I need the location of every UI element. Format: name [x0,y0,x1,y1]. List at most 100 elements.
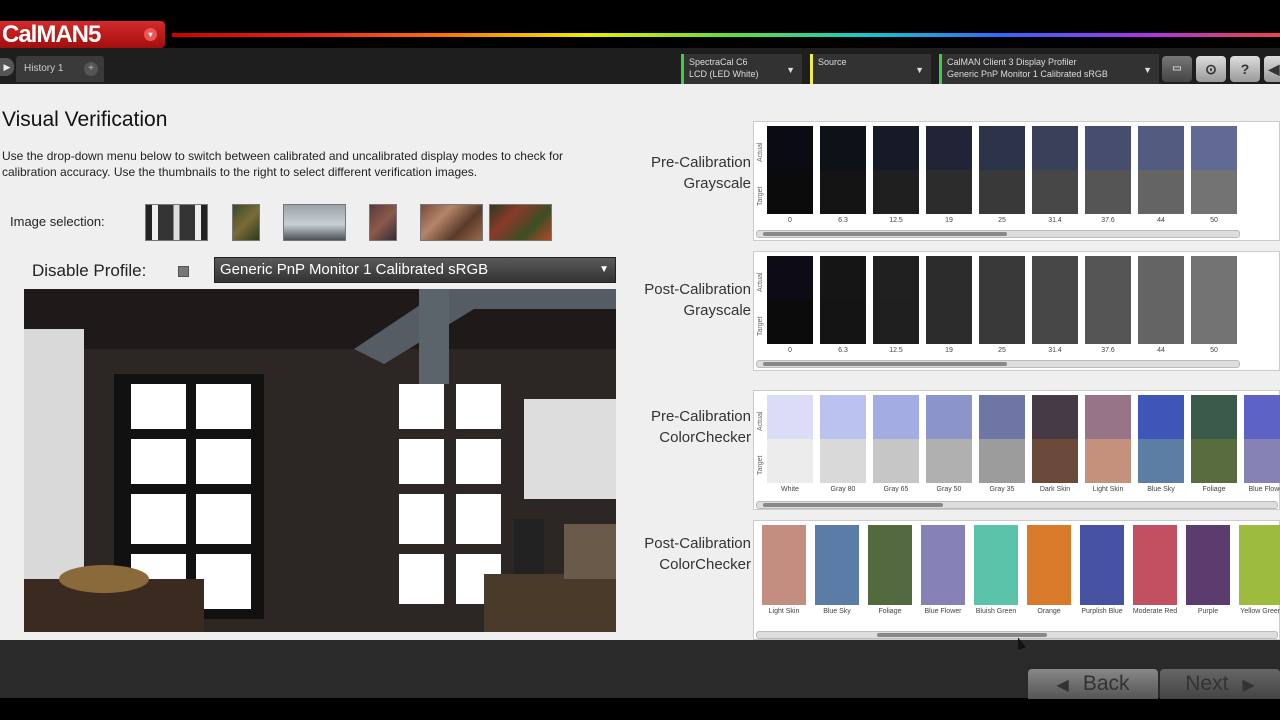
swatch-label: Yellow Green [1240,608,1280,615]
display-selector[interactable]: CalMAN Client 3 Display Profiler Generic… [939,54,1159,84]
swatch-1 [820,126,866,214]
target-patch [820,439,866,483]
target-patch [820,300,866,344]
next-button[interactable]: Next ▶ [1160,669,1280,699]
actual-patch [1085,126,1131,170]
target-patch [1138,170,1184,214]
source-name: Source [818,57,847,67]
swatch-7 [1138,256,1184,344]
target-patch [767,300,813,344]
thumbnail-flowers[interactable] [489,204,552,241]
target-label: Target [757,316,764,336]
meter-mode: LCD (LED White) [689,69,759,79]
target-patch [1191,439,1237,483]
swatch-label: 37.6 [1101,347,1115,354]
post-grayscale-panel: Actual Target 0 6.3 12.5 19 25 31.4 37.6 44 50 [753,251,1280,371]
swatch-7 [1138,126,1184,214]
swatch-3 [926,126,972,214]
actual-patch [873,256,919,300]
actual-patch [1032,256,1078,300]
swatch-4 [979,395,1025,483]
target-patch [1138,439,1184,483]
swatch-9 [1244,395,1280,483]
swatch-label: Light Skin [768,608,800,615]
target-patch [926,439,972,483]
actual-patch [767,395,813,439]
add-tab-icon[interactable]: + [84,62,98,76]
swatch-label: Gray 50 [936,486,962,493]
scrollbar-thumb[interactable] [763,362,1007,366]
thumbnail-portrait[interactable] [369,204,397,241]
post-patch [815,525,859,605]
scrollbar-thumb[interactable] [763,232,1007,236]
swatch-label: Light Skin [1092,486,1124,493]
target-patch [1032,300,1078,344]
swatch-label: Gray 35 [989,486,1015,493]
post-patch [1239,525,1280,605]
actual-label: Actual [757,142,764,162]
swatch-label: White [781,486,799,493]
calman-logo-menu[interactable]: CalMAN5 ▾ [0,21,165,48]
swatch-8 [1191,126,1237,214]
swatch-label: Blue Sky [1147,486,1175,493]
swatch-1 [820,256,866,344]
actual-patch [820,126,866,170]
main-content: Visual Verification Use the drop-down me… [0,84,1280,640]
tab-history-1[interactable]: History 1 + [16,56,104,82]
swatch-2 [873,395,919,483]
target-patch [767,170,813,214]
thumbnail-food[interactable] [420,204,483,241]
thumbnail-landscape[interactable] [283,204,346,241]
app-window: CalMAN5 ▾ ▶ History 1 + SpectraCal C6 LCD … [0,0,1280,720]
chevron-down-icon: ▼ [1143,65,1152,75]
post-grayscale-scrollbar[interactable] [756,360,1240,368]
swatch-label: 25 [998,217,1006,224]
chevron-down-icon: ▼ [786,65,795,75]
swatch-4 [979,126,1025,214]
actual-patch [1032,395,1078,439]
disable-profile-checkbox[interactable] [178,266,189,277]
actual-patch [767,256,813,300]
target-patch [1191,300,1237,344]
keyboard-icon[interactable]: ▭ [1162,56,1192,82]
swatch-label: 12.5 [889,347,903,354]
thumbnail-plant[interactable] [232,204,260,241]
thumbnail-room[interactable] [145,204,208,241]
source-selector[interactable]: Source ▼ [810,54,931,84]
help-icon[interactable]: ? [1230,56,1260,82]
swatch-5 [1032,126,1078,214]
swatch-0 [767,395,813,483]
swatch-label: 12.5 [889,217,903,224]
swatch-label: 50 [1210,347,1218,354]
target-patch [926,170,972,214]
target-patch [1191,170,1237,214]
play-icon[interactable]: ▶ [0,58,14,76]
actual-patch [979,395,1025,439]
target-patch [1138,300,1184,344]
settings-icon[interactable]: ⊙ [1196,56,1226,82]
back-nav-icon[interactable]: ◀ [1264,56,1280,82]
target-patch [979,170,1025,214]
swatch-2 [873,256,919,344]
swatch-label: 50 [1210,217,1218,224]
page-description: Use the drop-down menu below to switch b… [2,149,563,179]
scrollbar-thumb[interactable] [763,503,943,507]
pre-calibration-colorchecker-label: Pre-Calibration ColorChecker [650,408,751,446]
profile-dropdown[interactable]: Generic PnP Monitor 1 Calibrated sRGB ▼ [214,257,616,283]
back-button[interactable]: ◀ Back [1028,669,1158,699]
pre-grayscale-scrollbar[interactable] [756,230,1240,238]
pre-colorchecker-scrollbar[interactable] [756,501,1278,509]
post-patch [1080,525,1124,605]
target-patch [1032,170,1078,214]
swatch-3 [926,395,972,483]
logo-dropdown-icon[interactable]: ▾ [144,28,157,41]
page-title: Visual Verification [2,108,168,131]
swatch-label: 31.4 [1048,217,1062,224]
swatch-label: 37.6 [1101,217,1115,224]
chevron-down-icon: ▼ [915,65,924,75]
swatch-4 [979,256,1025,344]
meter-selector[interactable]: SpectraCal C6 LCD (LED White) ▼ [681,54,802,84]
meter-name: SpectraCal C6 [689,57,748,67]
disable-profile-label: Disable Profile: [32,261,147,280]
target-patch [820,170,866,214]
